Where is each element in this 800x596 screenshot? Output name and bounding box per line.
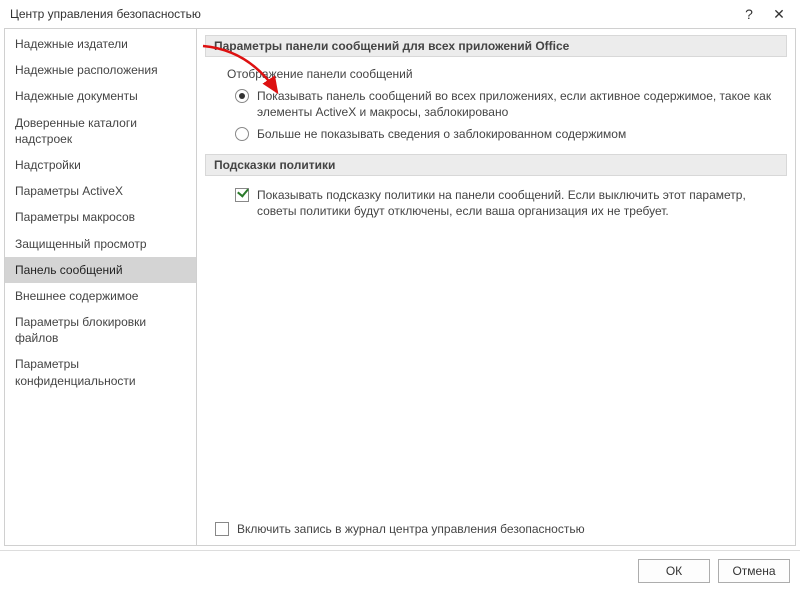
sidebar: Надежные издатели Надежные расположения … [5, 29, 197, 545]
sidebar-item-message-bar[interactable]: Панель сообщений [5, 257, 196, 283]
checkbox-policy-tips[interactable]: Показывать подсказку политики на панели … [205, 184, 787, 222]
sidebar-item-file-block[interactable]: Параметры блокировки файлов [5, 309, 196, 351]
radio-label: Показывать панель сообщений во всех прил… [257, 88, 777, 120]
checkbox-enable-logging[interactable]: Включить запись в журнал центра управлен… [215, 521, 585, 537]
section-header-policy-tips: Подсказки политики [205, 154, 787, 176]
section-header-message-bar: Параметры панели сообщений для всех прил… [205, 35, 787, 57]
sidebar-item-addins[interactable]: Надстройки [5, 152, 196, 178]
sidebar-item-trusted-publishers[interactable]: Надежные издатели [5, 31, 196, 57]
radio-label: Больше не показывать сведения о заблокир… [257, 126, 626, 142]
close-icon: ✕ [773, 6, 785, 23]
sidebar-item-activex[interactable]: Параметры ActiveX [5, 178, 196, 204]
radio-icon [235, 127, 249, 141]
close-button[interactable]: ✕ [764, 2, 794, 26]
content-pane: Параметры панели сообщений для всех прил… [197, 29, 795, 545]
checkbox-icon [235, 188, 249, 202]
sidebar-item-trusted-locations[interactable]: Надежные расположения [5, 57, 196, 83]
ok-button[interactable]: ОК [638, 559, 710, 583]
sidebar-item-privacy[interactable]: Параметры конфиденциальности [5, 351, 196, 393]
titlebar: Центр управления безопасностью ? ✕ [0, 0, 800, 28]
section-subtitle: Отображение панели сообщений [205, 65, 787, 85]
sidebar-item-addin-catalogs[interactable]: Доверенные каталоги надстроек [5, 110, 196, 152]
sidebar-item-trusted-documents[interactable]: Надежные документы [5, 83, 196, 109]
cancel-button[interactable]: Отмена [718, 559, 790, 583]
radio-icon [235, 89, 249, 103]
sidebar-item-macros[interactable]: Параметры макросов [5, 204, 196, 230]
help-button[interactable]: ? [734, 2, 764, 26]
sidebar-item-protected-view[interactable]: Защищенный просмотр [5, 231, 196, 257]
radio-never-show[interactable]: Больше не показывать сведения о заблокир… [205, 123, 787, 145]
checkbox-label: Показывать подсказку политики на панели … [257, 187, 777, 219]
dialog-footer: ОК Отмена [0, 550, 800, 590]
help-icon: ? [745, 6, 753, 22]
sidebar-item-external-content[interactable]: Внешнее содержимое [5, 283, 196, 309]
radio-show-message-bar[interactable]: Показывать панель сообщений во всех прил… [205, 85, 787, 123]
window-title: Центр управления безопасностью [10, 7, 734, 21]
dialog-body: Надежные издатели Надежные расположения … [4, 28, 796, 546]
checkbox-icon [215, 522, 229, 536]
checkbox-label: Включить запись в журнал центра управлен… [237, 521, 585, 537]
